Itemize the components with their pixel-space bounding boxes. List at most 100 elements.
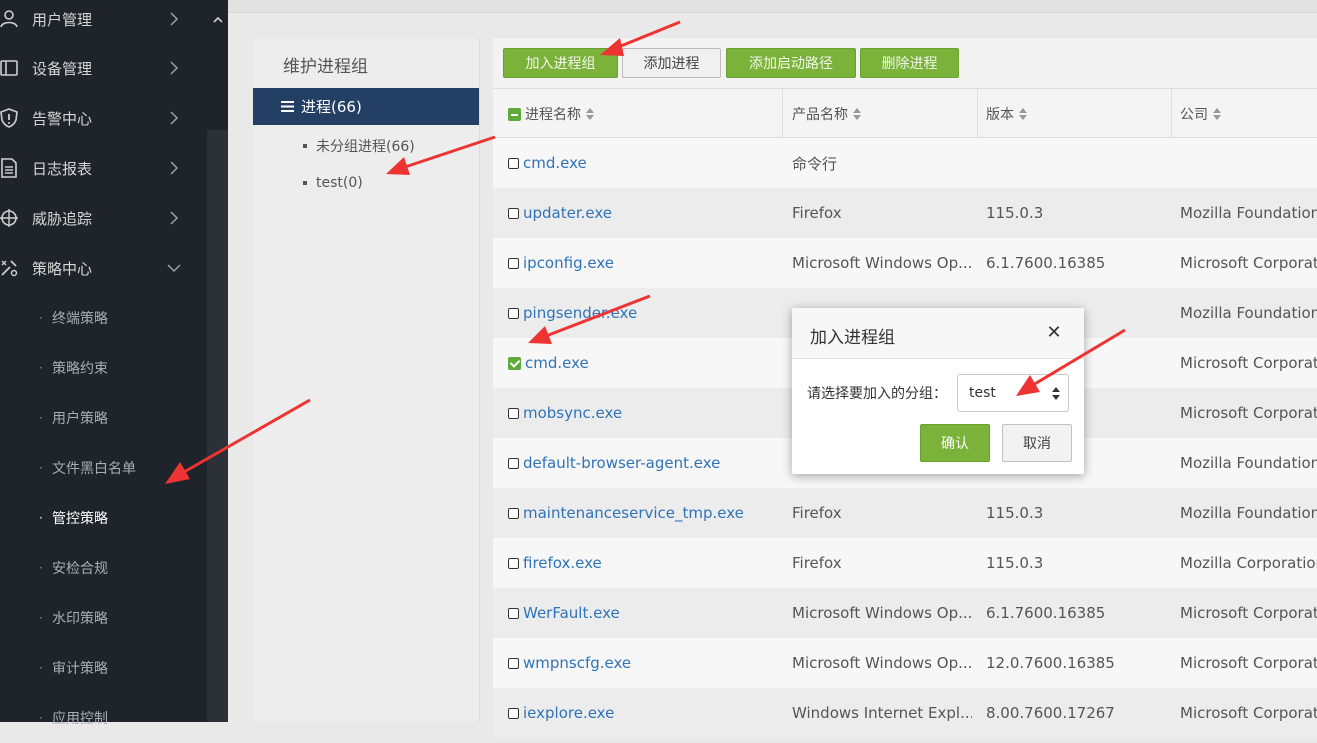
cell-process-name: pingsender.exe [508,288,637,338]
table-row[interactable]: WerFault.exe Microsoft Windows Op... 6.1.7… [493,588,1317,638]
sort-icon[interactable] [1019,108,1027,120]
scroll-up-icon[interactable] [211,14,225,28]
sub-item-policy-constraint[interactable]: · 策略约束 [0,343,207,393]
cancel-button[interactable]: 取消 [1002,424,1072,462]
group-item-all-processes[interactable]: 进程(66) [253,88,479,125]
add-to-group-button[interactable]: 加入进程组 [503,48,618,78]
process-name-link[interactable]: updater.exe [523,204,612,222]
row-checkbox[interactable] [508,607,519,619]
table-row[interactable]: maintenanceservice_tmp.exe Firefox 115.0.3… [493,488,1317,538]
sub-item-control-policy[interactable]: · 管控策略 [0,493,207,543]
sub-item-compliance-check[interactable]: · 安检合规 [0,543,207,593]
select-all-checkbox[interactable] [508,107,521,121]
process-name-link[interactable]: default-browser-agent.exe [523,454,720,472]
select-arrows-icon [1052,387,1060,400]
cell-product-name: Firefox [792,204,842,222]
cell-process-name: cmd.exe [508,338,589,388]
group-select[interactable]: test [957,374,1069,412]
row-checkbox[interactable] [508,557,519,569]
sub-item-audit-policy[interactable]: · 审计策略 [0,643,207,693]
table-row[interactable]: firefox.exe Firefox 115.0.3 Mozilla Corpora… [493,538,1317,588]
column-version[interactable]: 版本 [986,89,1027,139]
add-process-button[interactable]: 添加进程 [622,48,721,78]
column-company[interactable]: 公司 [1180,89,1221,139]
group-item-test[interactable]: test(0) [303,175,363,191]
cell-version: 115.0.3 [986,554,1044,572]
nav-item-policy-center[interactable]: 策略中心 [0,243,207,293]
table-row[interactable]: cmd.exe 命令行 [493,138,1317,188]
cell-process-name: ipconfig.exe [508,238,614,288]
cell-process-name: firefox.exe [508,538,602,588]
process-name-link[interactable]: cmd.exe [525,354,589,372]
sub-item-file-blacklist[interactable]: · 文件黑白名单 [0,443,207,493]
sort-icon[interactable] [1213,108,1221,120]
chevron-right-icon [170,111,179,125]
shield-alert-icon [0,107,20,129]
nav-item-alert-center[interactable]: 告警中心 [0,93,207,143]
sub-item-watermark-policy[interactable]: · 水印策略 [0,593,207,643]
cell-product-name: Microsoft Windows Op... [792,654,972,672]
document-icon [0,157,20,179]
sort-icon[interactable] [586,108,594,120]
cell-company: Mozilla Foundation [1180,204,1317,222]
delete-process-button[interactable]: 删除进程 [860,48,959,78]
sub-item-user-policy[interactable]: · 用户策略 [0,393,207,443]
process-name-link[interactable]: firefox.exe [523,554,602,572]
process-name-link[interactable]: ipconfig.exe [523,254,614,272]
column-product-name[interactable]: 产品名称 [792,89,861,139]
sort-icon[interactable] [853,108,861,120]
cell-process-name: maintenanceservice_tmp.exe [508,488,744,538]
row-checkbox[interactable] [508,657,519,669]
close-icon[interactable]: ✕ [1045,324,1063,342]
row-checkbox[interactable] [508,157,519,169]
cell-product-name: Windows Internet Expl... [792,704,972,722]
add-to-group-dialog: 加入进程组 ✕ 请选择要加入的分组： test 确认 取消 [792,308,1084,474]
table-row[interactable]: updater.exe Firefox 115.0.3 Mozilla Foundat… [493,188,1317,238]
row-checkbox[interactable] [508,407,519,419]
process-name-link[interactable]: cmd.exe [523,154,587,172]
nav-item-threat-tracking[interactable]: 威胁追踪 [0,193,207,243]
cell-process-name: mobsync.exe [508,388,622,438]
table-row[interactable]: wmpnscfg.exe Microsoft Windows Op... 12.0.… [493,638,1317,688]
crosshair-icon [0,207,20,229]
cell-company: Mozilla Foundation [1180,454,1317,472]
process-name-link[interactable]: mobsync.exe [523,404,622,422]
top-bar [228,0,1317,13]
cell-process-name: wmpnscfg.exe [508,638,631,688]
process-name-link[interactable]: wmpnscfg.exe [523,654,631,672]
column-process-name[interactable]: 进程名称 [508,89,594,139]
cell-company: Microsoft Corporat [1180,254,1317,272]
cell-company: Microsoft Corporat [1180,404,1317,422]
cell-product-name: Microsoft Windows Op... [792,254,972,272]
cell-version: 12.0.7600.16385 [986,654,1115,672]
process-name-link[interactable]: WerFault.exe [523,604,620,622]
row-checkbox[interactable] [508,507,519,519]
add-startup-path-button[interactable]: 添加启动路径 [726,48,856,78]
process-name-link[interactable]: pingsender.exe [523,304,637,322]
group-select-label: 请选择要加入的分组： [807,386,947,402]
row-checkbox[interactable] [508,356,521,370]
cell-version: 6.1.7600.16385 [986,254,1106,272]
process-name-link[interactable]: maintenanceservice_tmp.exe [523,504,744,522]
row-checkbox[interactable] [508,257,519,269]
table-row[interactable]: iexplore.exe Windows Internet Expl... 8.00… [493,688,1317,738]
dialog-header: 加入进程组 ✕ [792,308,1084,359]
cell-version: 115.0.3 [986,504,1044,522]
sub-item-app-control[interactable]: · 应用控制 [0,693,207,743]
nav-item-device-management[interactable]: 设备管理 [0,43,207,93]
cell-version: 8.00.7600.17267 [986,704,1115,722]
row-checkbox[interactable] [508,307,519,319]
group-panel-title: 维护进程组 [283,57,368,77]
table-row[interactable]: ipconfig.exe Microsoft Windows Op... 6.1.7… [493,238,1317,288]
confirm-button[interactable]: 确认 [920,424,990,462]
chevron-right-icon [170,12,179,26]
cell-version: 115.0.3 [986,204,1044,222]
row-checkbox[interactable] [508,457,519,469]
nav-item-user-management[interactable]: 用户管理 [0,0,207,44]
sub-item-terminal-policy[interactable]: · 终端策略 [0,293,207,343]
row-checkbox[interactable] [508,707,519,719]
group-item-ungrouped[interactable]: 未分组进程(66) [303,136,415,156]
process-name-link[interactable]: iexplore.exe [523,704,614,722]
row-checkbox[interactable] [508,207,519,219]
nav-item-log-reports[interactable]: 日志报表 [0,143,207,193]
